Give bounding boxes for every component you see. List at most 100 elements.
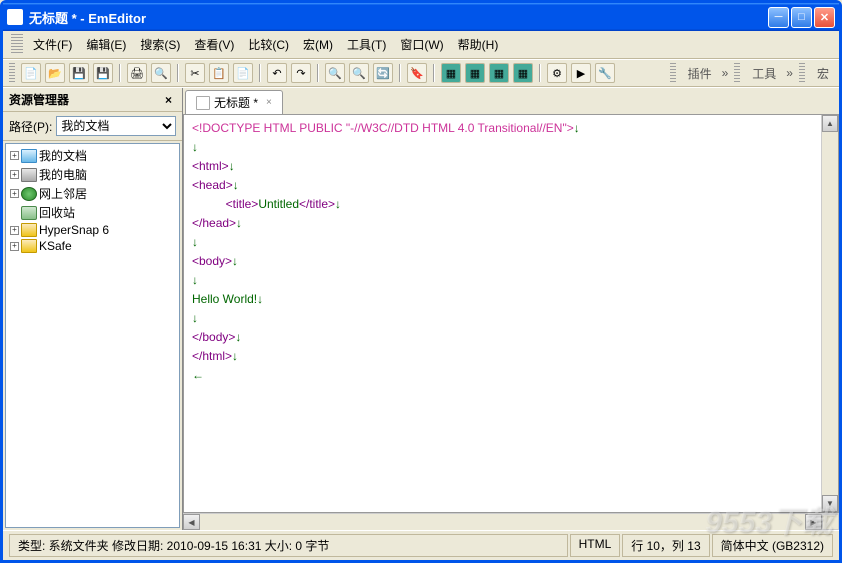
tab-untitled[interactable]: 无标题 * × xyxy=(185,90,283,114)
sidebar-close-button[interactable]: × xyxy=(161,93,176,107)
redo-button[interactable]: ↷ xyxy=(291,63,311,83)
macro-label[interactable]: 宏 xyxy=(811,65,835,82)
cut-button[interactable]: ✂ xyxy=(185,63,205,83)
new-button[interactable]: 📄 xyxy=(21,63,41,83)
tree-item: +网上邻居 xyxy=(8,184,177,203)
undo-button[interactable]: ↶ xyxy=(267,63,287,83)
tab-label: 无标题 * xyxy=(214,94,258,111)
status-encoding: 简体中文 (GB2312) xyxy=(712,534,833,557)
recycle-icon xyxy=(21,206,37,220)
separator xyxy=(177,64,179,82)
tab-close-button[interactable]: × xyxy=(266,97,272,108)
expand-icon[interactable]: + xyxy=(10,189,19,198)
findnext-button[interactable]: 🔍 xyxy=(349,63,369,83)
menu-file[interactable]: 文件(F) xyxy=(27,34,78,55)
macro-button[interactable]: ▶ xyxy=(571,63,591,83)
menu-macro[interactable]: 宏(M) xyxy=(297,34,339,55)
window-title: 无标题 * - EmEditor xyxy=(27,8,766,27)
separator xyxy=(259,64,261,82)
panel3-button[interactable]: ▦ xyxy=(489,63,509,83)
replace-button[interactable]: 🔄 xyxy=(373,63,393,83)
find-button[interactable]: 🔍 xyxy=(325,63,345,83)
main-area: 无标题 * × <!DOCTYPE HTML PUBLIC "-//W3C//D… xyxy=(183,88,839,530)
folder-tree[interactable]: +我的文档 +我的电脑 +网上邻居 回收站 +HyperSnap 6 +KSaf… xyxy=(5,143,180,528)
menu-compare[interactable]: 比较(C) xyxy=(242,34,295,55)
separator xyxy=(119,64,121,82)
tree-item: +我的文档 xyxy=(8,146,177,165)
scroll-track[interactable] xyxy=(822,132,838,495)
saveall-button[interactable]: 💾 xyxy=(93,63,113,83)
status-filetype: HTML xyxy=(570,534,621,557)
tree-item: +KSafe xyxy=(8,238,177,254)
separator xyxy=(317,64,319,82)
tools-label[interactable]: 工具 xyxy=(746,65,782,82)
maximize-button[interactable]: □ xyxy=(791,7,812,28)
paste-button[interactable]: 📄 xyxy=(233,63,253,83)
config-button[interactable]: ⚙ xyxy=(547,63,567,83)
preview-button[interactable]: 🔍 xyxy=(151,63,171,83)
close-button[interactable]: ✕ xyxy=(814,7,835,28)
grip-icon xyxy=(11,34,23,54)
expand-icon[interactable]: + xyxy=(10,242,19,251)
vertical-scrollbar[interactable]: ▲ ▼ xyxy=(821,115,838,512)
folder-icon xyxy=(21,239,37,253)
horizontal-scrollbar[interactable]: ◀ ▶ xyxy=(183,513,839,530)
panel2-button[interactable]: ▦ xyxy=(465,63,485,83)
scroll-corner xyxy=(822,514,839,530)
code-editor[interactable]: <!DOCTYPE HTML PUBLIC "-//W3C//DTD HTML … xyxy=(184,115,821,512)
document-icon xyxy=(196,96,210,110)
status-position: 行 10，列 13 xyxy=(622,534,709,557)
expand-icon[interactable]: + xyxy=(10,226,19,235)
scroll-track[interactable] xyxy=(200,514,805,530)
tools-button[interactable]: 🔧 xyxy=(595,63,615,83)
scroll-right-button[interactable]: ▶ xyxy=(805,514,822,530)
copy-button[interactable]: 📋 xyxy=(209,63,229,83)
menu-tools[interactable]: 工具(T) xyxy=(341,34,392,55)
scroll-down-button[interactable]: ▼ xyxy=(822,495,838,512)
menu-help[interactable]: 帮助(H) xyxy=(452,34,505,55)
network-icon xyxy=(21,187,37,201)
content-area: 资源管理器 × 路径(P): 我的文档 +我的文档 +我的电脑 +网上邻居 回收… xyxy=(3,87,839,530)
path-select[interactable]: 我的文档 xyxy=(56,116,176,136)
folder-icon xyxy=(21,223,37,237)
panel1-button[interactable]: ▦ xyxy=(441,63,461,83)
app-icon xyxy=(7,9,23,25)
bookmark-button[interactable]: 🔖 xyxy=(407,63,427,83)
expand-icon[interactable]: + xyxy=(10,170,19,179)
scroll-left-button[interactable]: ◀ xyxy=(183,514,200,530)
tab-bar: 无标题 * × xyxy=(183,88,839,114)
tree-item: +我的电脑 xyxy=(8,165,177,184)
plugins-label[interactable]: 插件 xyxy=(682,65,718,82)
grip-icon xyxy=(9,63,15,83)
menu-edit[interactable]: 编辑(E) xyxy=(80,34,132,55)
computer-icon xyxy=(21,168,37,182)
menu-search[interactable]: 搜索(S) xyxy=(134,34,186,55)
print-button[interactable]: 🖨 xyxy=(127,63,147,83)
separator xyxy=(399,64,401,82)
minimize-button[interactable]: ─ xyxy=(768,7,789,28)
expand-icon[interactable]: + xyxy=(10,151,19,160)
app-window: 无标题 * - EmEditor ─ □ ✕ 文件(F) 编辑(E) 搜索(S)… xyxy=(0,0,842,563)
open-button[interactable]: 📂 xyxy=(45,63,65,83)
panel4-button[interactable]: ▦ xyxy=(513,63,533,83)
documents-icon xyxy=(21,149,37,163)
sidebar: 资源管理器 × 路径(P): 我的文档 +我的文档 +我的电脑 +网上邻居 回收… xyxy=(3,88,183,530)
tree-item: 回收站 xyxy=(8,203,177,222)
path-row: 路径(P): 我的文档 xyxy=(3,112,182,141)
scroll-up-button[interactable]: ▲ xyxy=(822,115,838,132)
tree-item: +HyperSnap 6 xyxy=(8,222,177,238)
grip-icon xyxy=(670,63,676,83)
path-label: 路径(P): xyxy=(9,118,52,135)
grip-icon xyxy=(734,63,740,83)
sidebar-title: 资源管理器 xyxy=(9,91,69,108)
menu-view[interactable]: 查看(V) xyxy=(188,34,240,55)
separator xyxy=(539,64,541,82)
status-left: 类型: 系统文件夹 修改日期: 2010-09-15 16:31 大小: 0 字… xyxy=(9,534,568,557)
menu-window[interactable]: 窗口(W) xyxy=(394,34,449,55)
grip-icon xyxy=(799,63,805,83)
editor-wrap: <!DOCTYPE HTML PUBLIC "-//W3C//DTD HTML … xyxy=(183,114,839,513)
titlebar[interactable]: 无标题 * - EmEditor ─ □ ✕ xyxy=(3,3,839,31)
menubar: 文件(F) 编辑(E) 搜索(S) 查看(V) 比较(C) 宏(M) 工具(T)… xyxy=(3,31,839,59)
separator xyxy=(433,64,435,82)
save-button[interactable]: 💾 xyxy=(69,63,89,83)
